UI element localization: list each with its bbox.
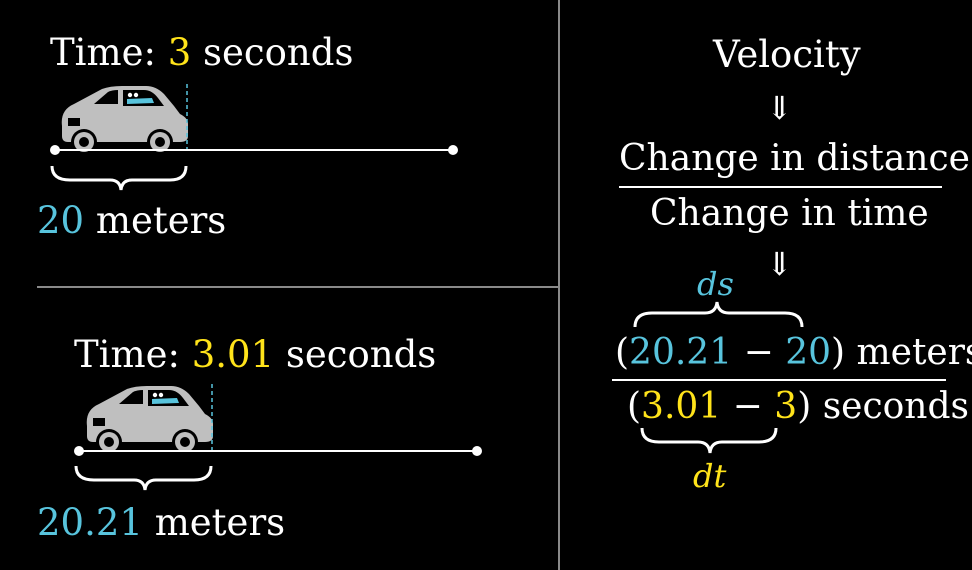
- num-value-b: 20: [785, 332, 831, 373]
- ds-label: ds: [697, 265, 734, 303]
- den-value-b: 3: [774, 386, 798, 427]
- top-time-value: 3: [167, 31, 192, 74]
- top-time-label: Time:: [50, 31, 156, 74]
- bottom-track-start-dot: [74, 446, 84, 456]
- top-track-end-dot: [448, 145, 458, 155]
- fraction-numerator-words: Change in distance: [619, 138, 970, 179]
- bottom-time-unit: seconds: [285, 333, 437, 376]
- velocity-title: Velocity: [713, 33, 861, 76]
- top-distance-readout: 20 meters: [37, 202, 226, 239]
- bottom-distance-brace: [74, 465, 213, 491]
- bottom-time-readout: Time: 3.01 seconds: [74, 336, 436, 373]
- top-distance-brace: [50, 165, 188, 191]
- bottom-car: [86, 386, 213, 455]
- fraction-denominator-words: Change in time: [650, 193, 929, 234]
- ds-brace: [633, 301, 804, 328]
- bottom-time-label: Time:: [74, 333, 180, 376]
- den-minus: −: [732, 386, 763, 427]
- bottom-track-end-dot: [472, 446, 482, 456]
- denominator-expression: (3.01 − 3) seconds: [627, 389, 969, 425]
- den-close-paren: ): [797, 386, 812, 427]
- den-value-a: 3.01: [641, 386, 722, 427]
- bottom-distance-readout: 20.21 meters: [37, 504, 285, 541]
- den-open-paren: (: [627, 386, 642, 427]
- top-time-unit: seconds: [203, 31, 354, 74]
- top-track-start-dot: [50, 145, 60, 155]
- num-unit: meters: [856, 332, 972, 373]
- down-arrow-icon-2: ⇓: [766, 245, 793, 283]
- dt-brace: [640, 427, 778, 454]
- down-arrow-icon: ⇓: [766, 89, 793, 127]
- diagram-canvas: [37, 0, 946, 570]
- num-close-paren: ): [831, 332, 846, 373]
- top-distance-value: 20: [37, 199, 85, 242]
- bottom-distance-unit: meters: [154, 501, 286, 544]
- den-unit: seconds: [822, 386, 970, 427]
- dt-label: dt: [693, 457, 727, 495]
- num-open-paren: (: [615, 332, 630, 373]
- bottom-distance-value: 20.21: [37, 501, 143, 544]
- top-distance-unit: meters: [95, 199, 227, 242]
- bottom-time-value: 3.01: [191, 333, 275, 376]
- top-time-readout: Time: 3 seconds: [50, 34, 353, 71]
- num-minus: −: [743, 332, 774, 373]
- numerator-expression: (20.21 − 20) meters: [615, 335, 972, 371]
- num-value-a: 20.21: [629, 332, 733, 373]
- top-car: [61, 86, 188, 155]
